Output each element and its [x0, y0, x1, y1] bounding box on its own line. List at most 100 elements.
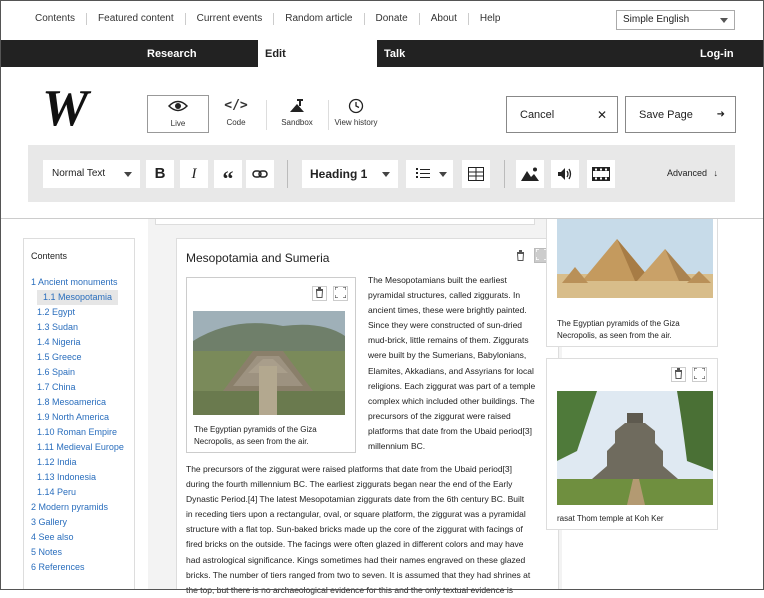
- text-line: The Mesopotamians built the earliest: [368, 275, 507, 285]
- tab-research[interactable]: Research: [147, 40, 197, 67]
- tab-edit[interactable]: Edit: [258, 40, 377, 68]
- link-help[interactable]: Help: [469, 13, 512, 25]
- figure-caption: The Egyptian pyramids of the Giza Necrop…: [557, 318, 717, 342]
- insert-audio-button[interactable]: [551, 160, 579, 188]
- text-line: in receding tiers upon a rectangular, ov…: [186, 509, 526, 520]
- advanced-label: Advanced: [667, 168, 708, 178]
- giza-pyramids-image: [557, 219, 713, 298]
- toc-item[interactable]: 1.6 Spain: [31, 365, 134, 380]
- insert-image-button[interactable]: [516, 160, 544, 188]
- toc-item[interactable]: 4 See also: [31, 530, 134, 545]
- link-about[interactable]: About: [420, 13, 469, 25]
- chevron-down-icon: [124, 172, 132, 177]
- link-icon: [252, 170, 268, 182]
- toc-item[interactable]: 1.13 Indonesia: [31, 470, 134, 485]
- toc-item-selected[interactable]: 1.1 Mesopotamia: [37, 290, 119, 305]
- code-icon: </>: [224, 98, 248, 113]
- text-line: religions. Each ziggurat was part of a t…: [368, 380, 536, 391]
- chevron-down-icon: [439, 172, 447, 177]
- cancel-button[interactable]: Cancel ✕: [506, 96, 618, 133]
- expand-icon[interactable]: [333, 286, 348, 301]
- link-featured-content[interactable]: Featured content: [87, 13, 186, 25]
- toc-item[interactable]: 1.11 Medieval Europe: [31, 440, 134, 455]
- arrow-right-icon: ➜: [716, 109, 725, 120]
- toc-item[interactable]: 2 Modern pyramids: [31, 500, 134, 515]
- advanced-menu[interactable]: Advanced ↓: [667, 168, 718, 178]
- toc-item[interactable]: 1.8 Mesoamerica: [31, 395, 134, 410]
- figure-caption: The Egyptian pyramids of the Giza Necrop…: [194, 425, 317, 446]
- toc-item[interactable]: 1 Ancient monuments: [31, 275, 134, 290]
- bold-button[interactable]: B: [146, 160, 174, 188]
- toc-item[interactable]: 1.2 Egypt: [31, 305, 134, 320]
- tab-talk[interactable]: Talk: [384, 40, 405, 67]
- text-line: millennium BC.: [368, 441, 426, 452]
- top-links: Contents Featured content Current events…: [24, 13, 511, 25]
- expand-icon[interactable]: [692, 367, 707, 382]
- toc-item[interactable]: 1.12 India: [31, 455, 134, 470]
- toc-item[interactable]: 1.14 Peru: [31, 485, 134, 500]
- formatting-toolbar: Normal Text B I “ Heading 1 Advanced ↓: [28, 145, 735, 202]
- toc-item[interactable]: 1.10 Roman Empire: [31, 425, 134, 440]
- language-select[interactable]: Simple English: [616, 10, 735, 30]
- eye-icon: [148, 99, 208, 119]
- pyramid-of-sun-image: [193, 311, 345, 415]
- text-line: Dynastic Period.[4] The latest Mesopotam…: [186, 494, 525, 505]
- toc-item[interactable]: 1.3 Sudan: [31, 320, 134, 335]
- trash-icon[interactable]: [312, 286, 327, 301]
- heading-dropdown[interactable]: Heading 1: [302, 160, 398, 188]
- sandbox-icon: [266, 98, 328, 118]
- site-logo[interactable]: W: [42, 83, 88, 135]
- right-figure-giza[interactable]: The Egyptian pyramids of the Giza Necrop…: [546, 219, 718, 347]
- italic-button[interactable]: I: [180, 160, 208, 188]
- toc-item[interactable]: 1.4 Nigeria: [31, 335, 134, 350]
- text-line: the top, but there is no archaeological …: [186, 584, 513, 595]
- link-donate[interactable]: Donate: [365, 13, 420, 25]
- trash-icon[interactable]: [671, 367, 686, 382]
- close-icon: ✕: [596, 108, 607, 122]
- toc-item[interactable]: 1.7 China: [31, 380, 134, 395]
- link-current-events[interactable]: Current events: [186, 13, 275, 25]
- login-link[interactable]: Log-in: [700, 40, 734, 67]
- body-paragraph[interactable]: The precursors of the ziggurat were rais…: [186, 462, 556, 598]
- right-figure-koh-ker[interactable]: rasat Thom temple at Koh Ker: [546, 358, 718, 530]
- koh-ker-temple-image: [557, 391, 713, 505]
- link-button[interactable]: [246, 160, 274, 188]
- text-line: during the fourth millennium BC. The ear…: [186, 479, 513, 490]
- link-random-article[interactable]: Random article: [274, 13, 365, 25]
- side-paragraph[interactable]: The Mesopotamians built the earliest pyr…: [368, 273, 553, 454]
- text-line: platforms that date from the Ubaid perio…: [368, 425, 532, 436]
- list-dropdown[interactable]: [406, 160, 453, 188]
- text-line: fired bricks on the outside. The facings…: [186, 539, 524, 550]
- text-line: The precursors of the ziggurat were rais…: [186, 464, 512, 474]
- text-line: were built by the Sumerians, Babylonians…: [368, 350, 527, 361]
- toc-item[interactable]: 1.5 Greece: [31, 350, 134, 365]
- section-title[interactable]: Mesopotamia and Sumeria: [186, 251, 329, 265]
- mode-history-button[interactable]: View history: [325, 95, 387, 133]
- link-contents[interactable]: Contents: [24, 13, 88, 25]
- mode-sandbox-button[interactable]: Sandbox: [266, 95, 328, 133]
- save-page-button[interactable]: Save Page ➜: [625, 96, 736, 133]
- toc-item[interactable]: 6 References: [31, 560, 134, 575]
- previous-block: [155, 219, 535, 225]
- trash-icon[interactable]: [513, 250, 528, 265]
- toc-item[interactable]: 5 Notes: [31, 545, 134, 560]
- section-block[interactable]: Mesopotamia and Sumeria The Egyptian pyr: [176, 238, 559, 595]
- mode-live-button[interactable]: Live: [147, 95, 209, 133]
- table-button[interactable]: [462, 160, 490, 188]
- cancel-label: Cancel: [520, 109, 555, 121]
- toc-item[interactable]: 3 Gallery: [31, 515, 134, 530]
- mode-history-label: View history: [334, 118, 378, 127]
- quote-button[interactable]: “: [214, 160, 242, 191]
- heading-value: Heading 1: [310, 167, 368, 181]
- paragraph-style-dropdown[interactable]: Normal Text: [43, 160, 140, 188]
- main-navigation: Research Edit Talk Log-in: [0, 40, 764, 68]
- caption-line: Necropolis, as seen from the air.: [557, 331, 672, 340]
- figure-ziggurat[interactable]: The Egyptian pyramids of the Giza Necrop…: [186, 277, 356, 453]
- mode-code-button[interactable]: </> Code: [205, 95, 267, 133]
- top-navigation: Contents Featured content Current events…: [0, 0, 764, 40]
- toc-item[interactable]: 1.9 North America: [31, 410, 134, 425]
- mode-code-label: Code: [226, 118, 246, 127]
- divider: [287, 160, 288, 188]
- insert-video-button[interactable]: [587, 160, 615, 188]
- text-line: mud-brick, little remains of them. Ziggu…: [368, 335, 529, 346]
